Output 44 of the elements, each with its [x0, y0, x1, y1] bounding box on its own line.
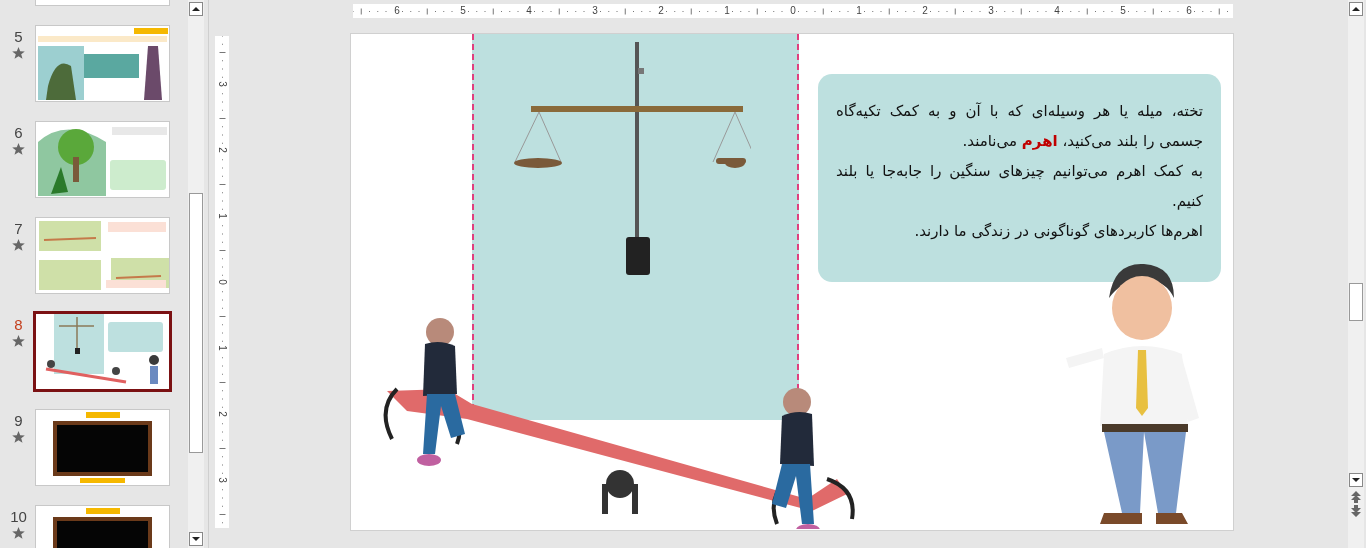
scroll-up-icon[interactable] — [1349, 2, 1363, 16]
ruler-label: 6 — [393, 4, 401, 18]
ruler-label: 3 — [987, 4, 995, 18]
star-icon — [12, 527, 25, 539]
ruler-label: 3 — [217, 81, 227, 87]
paragraph: تخته، میله یا هر وسیله‌ای که با آن و به کمک تکیه‌گاه جسمی را بلند می‌کنید، اهرم می‌نامند. — [836, 101, 1203, 152]
ruler-label: 2 — [217, 411, 227, 417]
slide-thumbnail[interactable] — [33, 311, 172, 392]
paragraph: اهرم‌ها کاربردهای گوناگونی در زندگی ما دارند. — [913, 221, 1203, 242]
slide-number: 7 — [14, 220, 23, 237]
scrollbar-thumb[interactable] — [189, 193, 203, 453]
scroll-up-icon[interactable] — [189, 2, 203, 16]
scrollbar-thumb[interactable] — [1349, 283, 1363, 321]
ruler-label: 0 — [789, 4, 797, 18]
ruler-label: 4 — [1053, 4, 1061, 18]
slide-number: 6 — [14, 124, 23, 141]
ruler-label: 2 — [217, 147, 227, 153]
star-icon — [12, 239, 25, 251]
ruler-label: 5 — [1119, 4, 1127, 18]
ruler-label: 6 — [1185, 4, 1193, 18]
ruler-label: 1 — [723, 4, 731, 18]
previous-slide-icon[interactable] — [1350, 491, 1362, 503]
scroll-down-icon[interactable] — [189, 532, 203, 546]
ruler-label: 2 — [657, 4, 665, 18]
paragraph: به کمک اهرم می‌توانیم چیزهای سنگین را جابه‌جا یا بلند کنیم. — [836, 161, 1203, 212]
slide-number: 8 — [14, 316, 23, 333]
ruler-label: 3 — [217, 477, 227, 483]
star-icon — [12, 335, 25, 347]
ruler-label: 1 — [855, 4, 863, 18]
star-icon — [12, 143, 25, 155]
ruler-label: 1 — [217, 213, 227, 219]
scroll-down-icon[interactable] — [1349, 473, 1363, 487]
ruler-label: 5 — [459, 4, 467, 18]
slide-number: 10 — [10, 508, 27, 525]
star-icon — [12, 431, 25, 443]
star-icon — [12, 47, 25, 59]
ruler-label: 0 — [217, 279, 227, 285]
ruler-label: 1 — [217, 345, 227, 351]
next-slide-icon[interactable] — [1350, 505, 1362, 517]
ruler-label: 2 — [921, 4, 929, 18]
ruler-label: 3 — [591, 4, 599, 18]
slide-number: 5 — [14, 28, 23, 45]
ruler-label: 4 — [525, 4, 533, 18]
slide-number: 9 — [14, 412, 23, 429]
